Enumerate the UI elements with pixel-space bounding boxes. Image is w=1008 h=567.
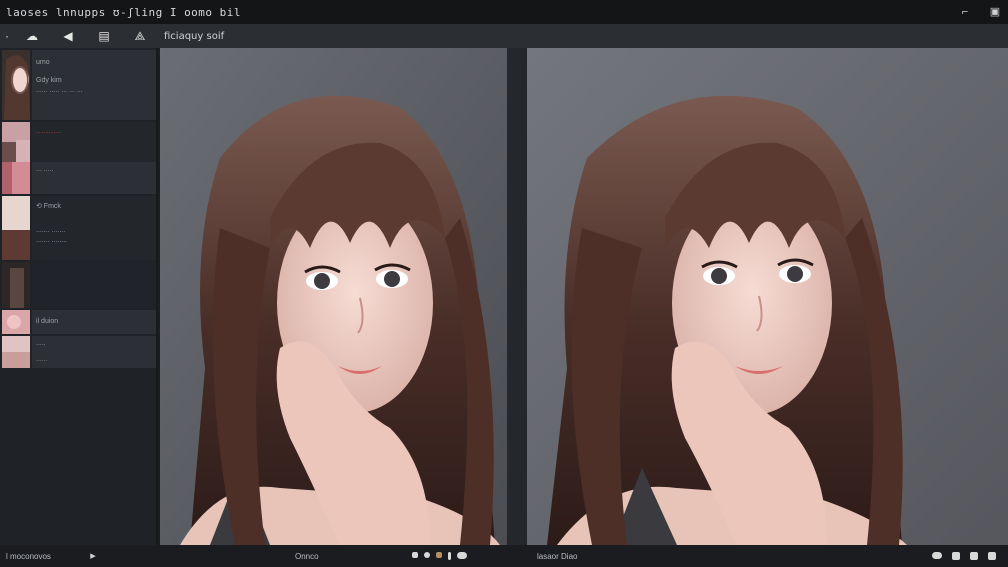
status-text: l moconovos (6, 551, 51, 561)
list-item[interactable]: ⟲ Fmck ....... ....... ....... ........ (2, 196, 156, 260)
thumbnail (2, 196, 30, 260)
title-bar: laoses lnnupps ʊ-ʃling I oomo bil ⌐ ▣ (0, 0, 1008, 24)
list-item[interactable]: il duion (2, 310, 156, 334)
item-line: ⟲ Fmck (36, 203, 61, 210)
image-canvas-left[interactable] (160, 48, 507, 545)
image-canvas-right[interactable] (527, 48, 1008, 545)
item-info: ..... ...... (32, 336, 156, 368)
arrow-icon[interactable]: ▸ (86, 549, 100, 563)
item-info: .......... (32, 122, 156, 162)
list-item[interactable] (2, 262, 156, 308)
item-line: umo (36, 59, 50, 66)
portrait-image (160, 48, 507, 545)
list-item[interactable]: ..... ...... (2, 336, 156, 368)
grid-icon[interactable] (988, 552, 996, 560)
square-icon[interactable] (952, 552, 960, 560)
triangle-icon[interactable]: ⟁ (122, 24, 158, 48)
circle-icon[interactable] (424, 552, 430, 558)
thumbnail (2, 310, 30, 334)
thumbnail (2, 122, 30, 162)
bar-icon[interactable] (448, 552, 451, 560)
right-caption: lasaor Diao (537, 551, 578, 561)
sidebar: umo Gdy kim ...... ..... ... ... ... ...… (0, 48, 158, 545)
document-small-icon[interactable] (970, 552, 978, 560)
split-divider[interactable] (507, 48, 527, 545)
item-line: .......... (36, 125, 62, 135)
toolbar: · ☁ ◀ ▤ ⟁ ficiaquy soif (0, 24, 1008, 48)
item-info (32, 262, 156, 308)
thumbnail (2, 162, 30, 194)
item-info: ⟲ Fmck ....... ....... ....... ........ (32, 196, 156, 260)
item-line: ....... ....... (36, 227, 66, 234)
back-icon[interactable]: · (0, 24, 14, 48)
portrait-image (527, 48, 1008, 545)
item-line: ...... ..... ... ... ... (36, 87, 83, 94)
item-line: ...... (36, 356, 48, 363)
item-line: il duion (36, 318, 59, 325)
status-bar: l moconovos ▸ Onnco lasaor Diao (0, 545, 1008, 567)
item-line: ....... ........ (36, 237, 68, 244)
list-item[interactable]: ... ..... (2, 162, 156, 194)
item-line: ... ..... (36, 166, 54, 173)
cloud-small-icon[interactable] (457, 552, 467, 559)
list-item[interactable]: umo Gdy kim ...... ..... ... ... ... (2, 50, 156, 120)
item-info: il duion (32, 310, 156, 334)
window-title: laoses lnnupps ʊ-ʃling I oomo bil (6, 5, 242, 19)
thumbnail (2, 50, 30, 120)
item-info: umo Gdy kim ...... ..... ... ... ... (32, 50, 156, 120)
minimize-icon[interactable]: ⌐ (958, 5, 972, 19)
color-swatch-icon[interactable] (436, 552, 442, 558)
cloud-icon[interactable]: ☁ (14, 24, 50, 48)
cloud-small-icon[interactable] (932, 552, 942, 559)
triangle-small-icon[interactable] (412, 552, 418, 558)
close-icon[interactable]: ▣ (988, 5, 1002, 19)
thumbnail (2, 336, 30, 368)
list-item[interactable]: .......... (2, 122, 156, 162)
toolbar-label: ficiaquy soif (164, 30, 225, 42)
item-info: ... ..... (32, 162, 156, 194)
document-icon[interactable]: ▤ (86, 24, 122, 48)
left-caption: Onnco (295, 551, 319, 561)
item-line: ..... (36, 340, 46, 347)
item-line: Gdy kim (36, 77, 62, 84)
pointer-icon[interactable]: ◀ (50, 24, 86, 48)
thumbnail (2, 262, 30, 308)
